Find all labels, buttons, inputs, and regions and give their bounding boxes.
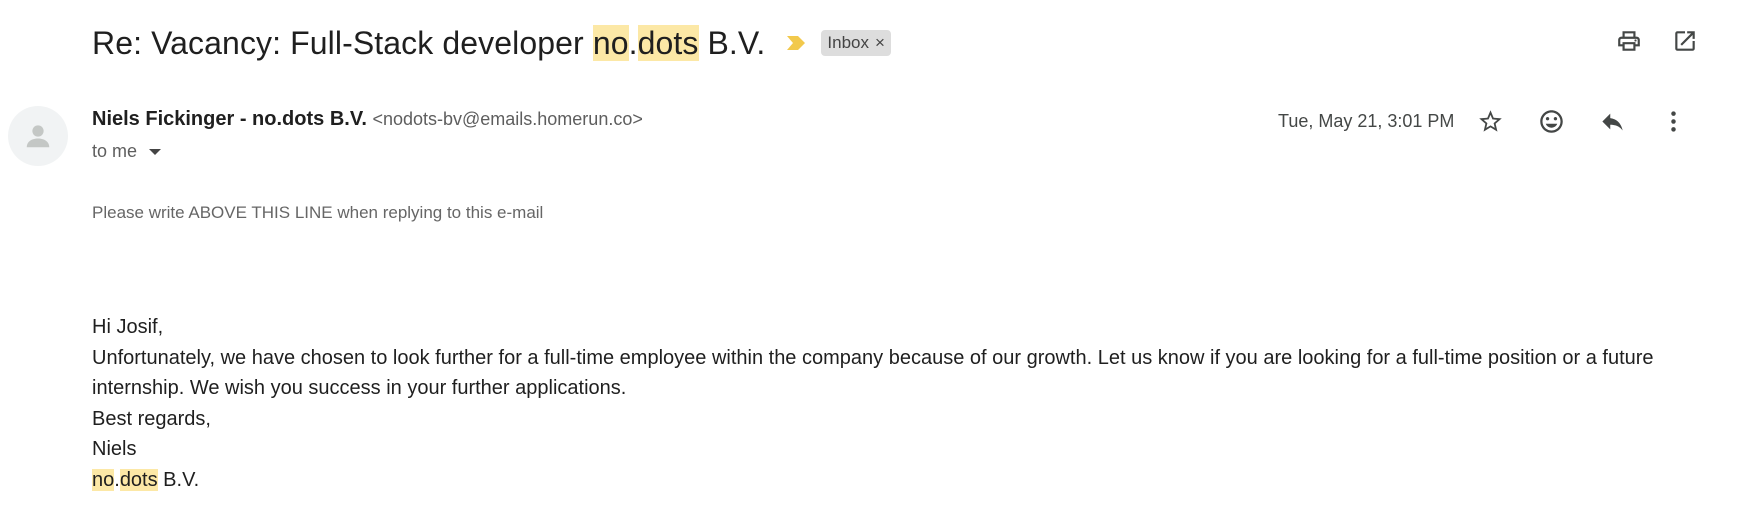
print-icon [1618, 31, 1640, 51]
message-actions [1477, 108, 1687, 135]
remove-label-button[interactable]: × [875, 33, 885, 53]
subject-dot: . [628, 24, 638, 61]
email-subject: Re: Vacancy: Full-Stack developer no.dot… [92, 24, 766, 62]
closing: Best regards, [92, 407, 211, 430]
show-details-dropdown-icon[interactable] [149, 148, 162, 155]
emoji-icon [1540, 110, 1563, 133]
label-chip-text: Inbox [827, 33, 870, 52]
signature-company: no.dots B.V. [92, 465, 1712, 496]
message-body: Hi Josif, Unfortunately, we have chosen … [92, 312, 1712, 495]
subject-suffix: B.V. [698, 24, 766, 61]
search-highlight: no [592, 24, 629, 61]
avatar[interactable] [8, 106, 68, 166]
sender-email: <nodots-bv@emails.homerun.co> [372, 109, 643, 129]
open-in-new-window-button[interactable] [1672, 28, 1698, 54]
label-chip-inbox: Inbox × [821, 30, 891, 56]
sender-line: Niels Fickinger - no.dots B.V. <nodots-b… [92, 108, 643, 131]
open-in-new-icon [1675, 31, 1695, 51]
signature-dot: . [114, 468, 120, 491]
subject-text: Re: Vacancy: Full-Stack developer [92, 24, 593, 61]
search-highlight: no [92, 468, 115, 491]
search-highlight: dots [637, 24, 699, 61]
more-vert-icon [1671, 111, 1676, 132]
subject-row: Re: Vacancy: Full-Stack developer no.dot… [92, 18, 891, 68]
reply-icon [1602, 113, 1623, 131]
signature-name: Niels [92, 438, 137, 460]
print-all-button[interactable] [1616, 28, 1642, 54]
greeting: Hi Josif, [92, 316, 164, 338]
sender-name[interactable]: Niels Fickinger - no.dots B.V. [92, 108, 367, 130]
reply-button[interactable] [1599, 108, 1626, 135]
message-date: Tue, May 21, 3:01 PM [1278, 111, 1455, 131]
body-paragraph: Unfortunately, we have chosen to look fu… [92, 346, 1654, 400]
star-icon [1479, 110, 1502, 132]
thread-toolbar [1616, 28, 1698, 54]
person-icon [26, 125, 50, 148]
recipients-text: to me [92, 141, 138, 161]
more-options-button[interactable] [1660, 108, 1687, 135]
search-highlight: dots [119, 468, 158, 491]
importance-marker-icon[interactable] [785, 33, 807, 53]
recipients-line: to me [92, 141, 162, 162]
star-button[interactable] [1477, 108, 1504, 135]
reply-above-notice: Please write ABOVE THIS LINE when replyi… [92, 203, 544, 222]
add-reaction-button[interactable] [1538, 108, 1565, 135]
signature-company-suffix: B.V. [157, 468, 200, 491]
